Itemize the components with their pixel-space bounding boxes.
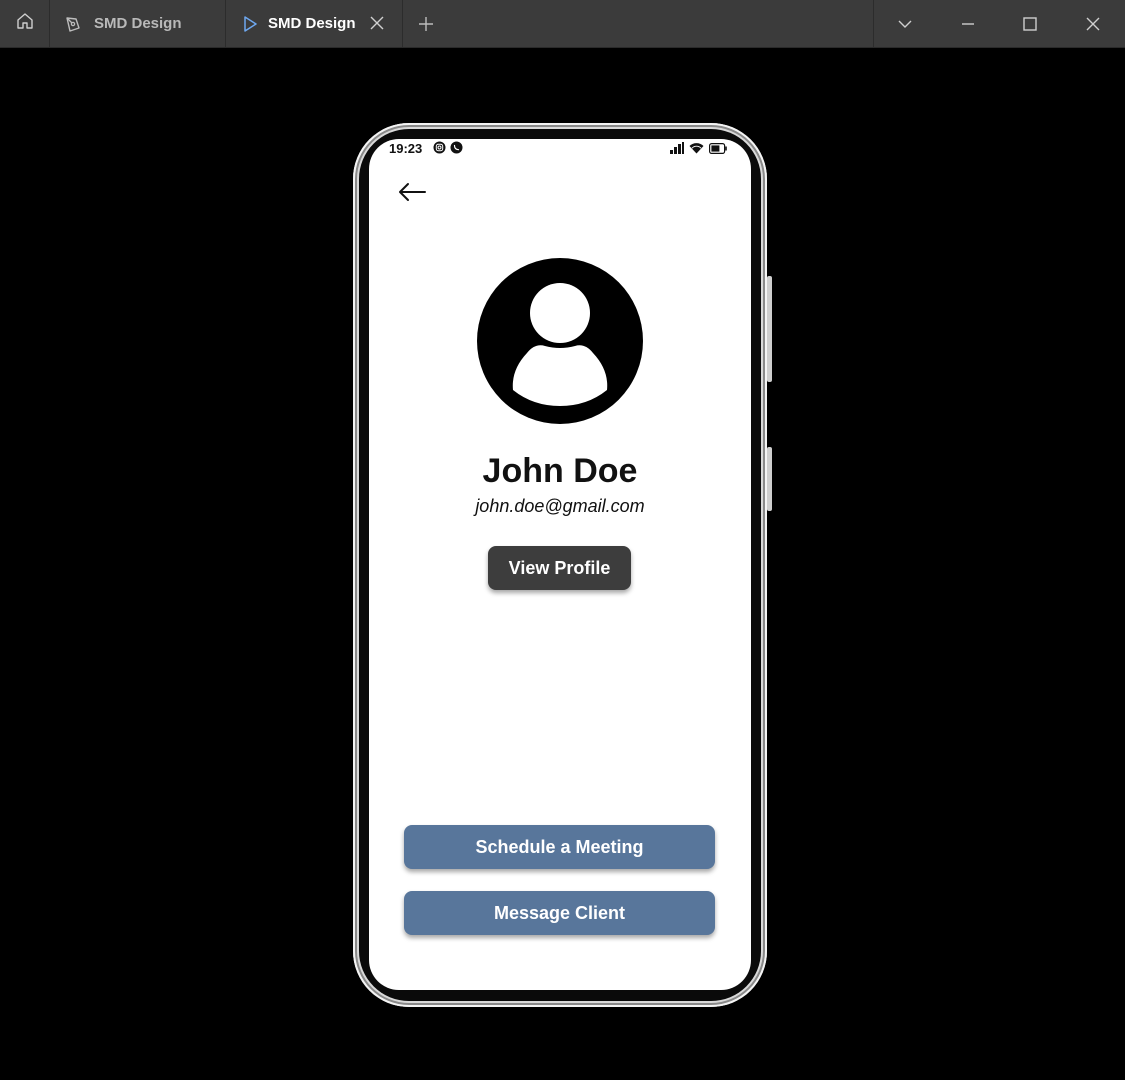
tab-label: SMD Design [94,15,182,32]
signal-icon [670,141,684,159]
instagram-icon [433,141,446,154]
close-icon[interactable] [368,14,386,32]
tab-smd-design-preview[interactable]: SMD Design [226,0,403,47]
system-icons [670,141,727,159]
minimize-icon[interactable] [956,12,980,36]
schedule-meeting-button[interactable]: Schedule a Meeting [404,825,715,869]
window-titlebar: SMD Design SMD Design [0,0,1125,48]
status-bar: 19:23 [369,139,751,159]
pen-nib-icon [64,15,82,33]
battery-icon [709,141,727,159]
back-button[interactable] [397,181,427,207]
close-icon[interactable] [1081,12,1105,36]
arrow-left-icon [398,182,426,207]
tab-label: SMD Design [268,15,356,32]
user-name: John Doe [482,452,638,490]
whatsapp-icon [450,141,463,154]
maximize-icon[interactable] [1018,12,1042,36]
home-button[interactable] [0,0,50,47]
tab-smd-design-editor[interactable]: SMD Design [50,0,226,47]
user-email: john.doe@gmail.com [475,496,645,516]
user-avatar-icon [477,258,643,424]
phone-volume-button [767,276,772,382]
phone-screen: 19:23 John Doe john.doe@gmail.com View P… [369,139,751,990]
phone-power-button [767,447,772,511]
message-client-button[interactable]: Message Client [404,891,715,935]
view-profile-button[interactable]: View Profile [488,546,631,590]
plus-icon[interactable] [414,12,438,36]
chevron-down-icon[interactable] [893,12,917,36]
wifi-icon [689,141,704,159]
play-icon [242,15,258,33]
status-time: 19:23 [389,141,423,156]
window-controls [873,0,1125,47]
home-icon [16,12,34,35]
